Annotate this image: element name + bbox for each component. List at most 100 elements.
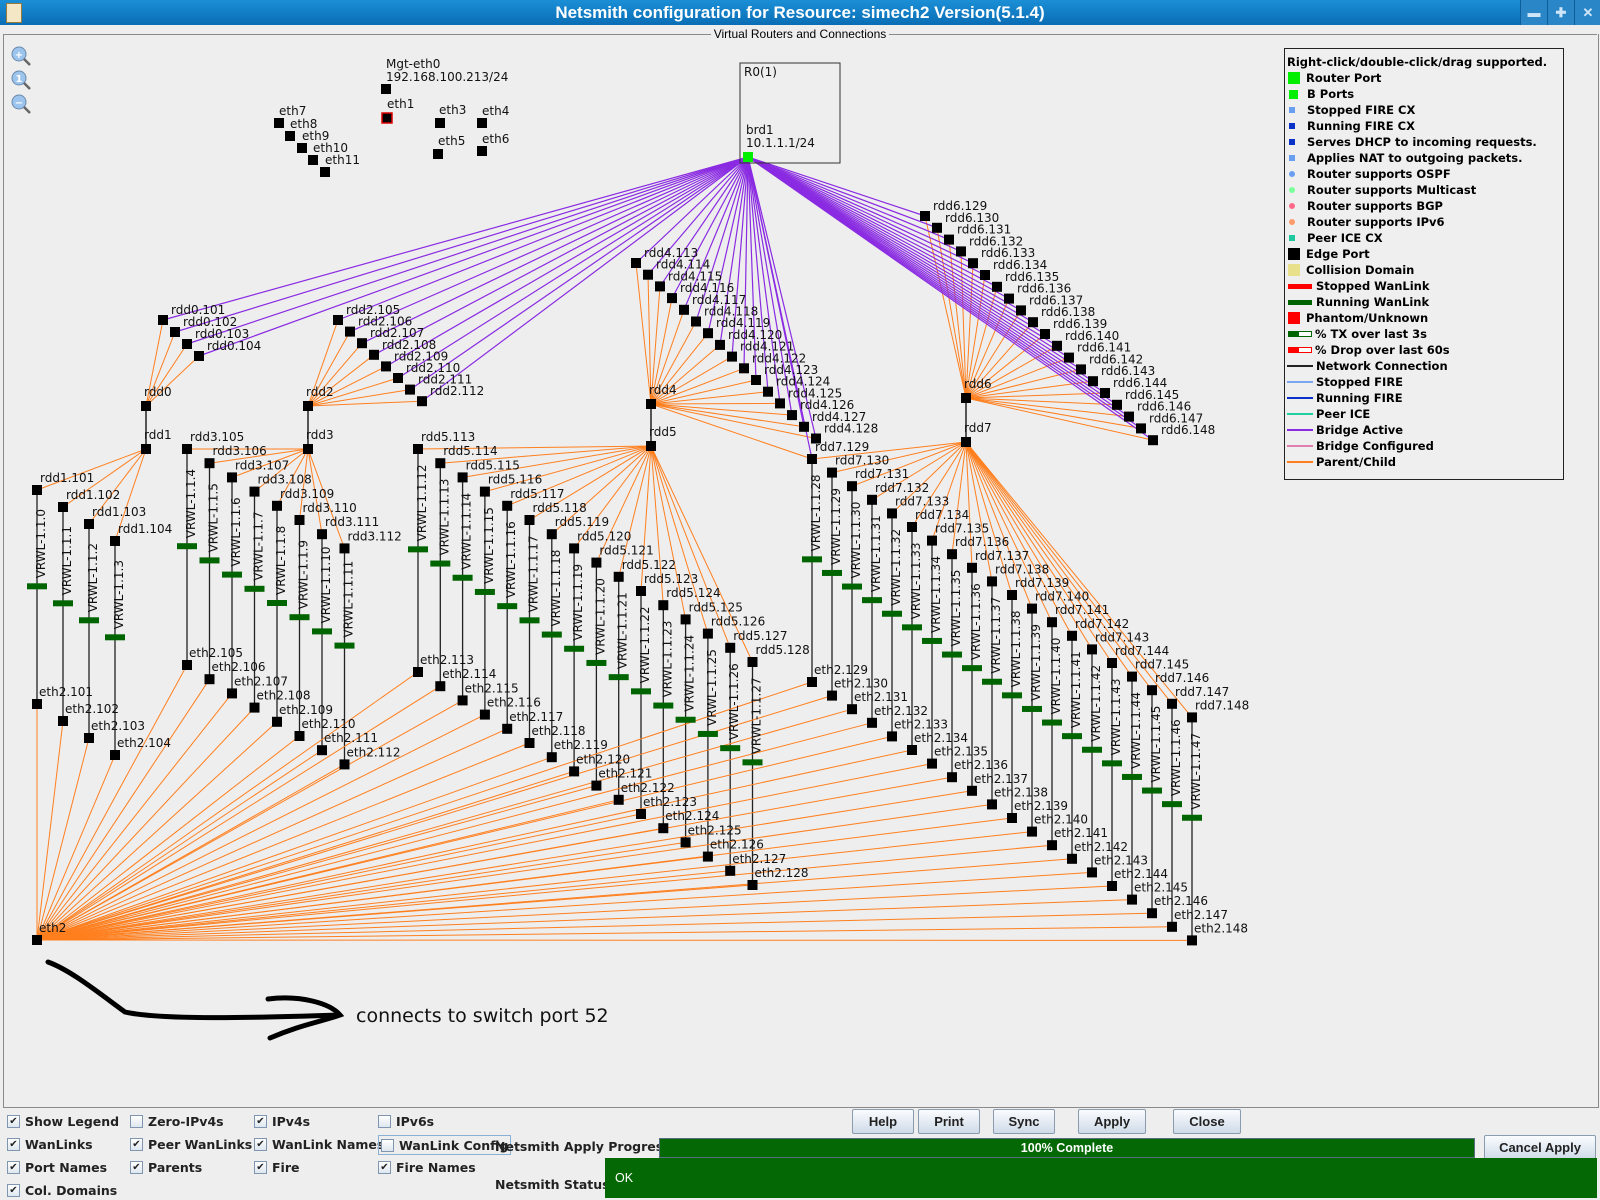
port-eth5[interactable] bbox=[433, 149, 443, 159]
wanlink-VRWL-1.1.27[interactable] bbox=[742, 759, 763, 766]
port-eth2.101[interactable] bbox=[32, 699, 42, 709]
port-eth2.114[interactable] bbox=[435, 681, 446, 692]
zoom-reset-icon[interactable]: 1 bbox=[10, 69, 32, 91]
wanlink-VRWL-1.1.28[interactable] bbox=[802, 556, 822, 563]
port-rdd5.126[interactable] bbox=[702, 628, 713, 639]
port-eth2.112[interactable] bbox=[339, 759, 350, 770]
wanlink-VRWL-1.1.16[interactable] bbox=[497, 603, 518, 610]
port-eth2.131[interactable] bbox=[847, 704, 857, 715]
port-rdd4.124[interactable] bbox=[763, 386, 773, 397]
help-button[interactable]: Help bbox=[852, 1109, 914, 1134]
checked-icon[interactable]: ✔ bbox=[254, 1160, 267, 1174]
port-eth2.110[interactable] bbox=[294, 731, 305, 741]
zoom-in-icon[interactable]: + bbox=[10, 45, 32, 67]
wanlink-VRWL-1.1.35[interactable] bbox=[942, 651, 962, 658]
port-eth2.104[interactable] bbox=[110, 750, 120, 760]
wanlink-VRWL-1.1.23[interactable] bbox=[653, 702, 674, 709]
port-rdd5.116[interactable] bbox=[479, 486, 490, 497]
checked-icon[interactable]: ✔ bbox=[7, 1160, 20, 1174]
port-rdd7.142[interactable] bbox=[1067, 630, 1077, 641]
port-eth2.121[interactable] bbox=[591, 780, 602, 791]
port-rdd4.125[interactable] bbox=[775, 398, 785, 409]
wanlink-VRWL-1.1.5[interactable] bbox=[199, 557, 220, 564]
close-button[interactable]: Close bbox=[1173, 1109, 1241, 1134]
port-rdd7.145[interactable] bbox=[1127, 671, 1137, 682]
checked-icon[interactable]: ✔ bbox=[254, 1137, 267, 1151]
port-rdd6.147[interactable] bbox=[1136, 423, 1146, 434]
unchecked-icon[interactable] bbox=[130, 1114, 143, 1128]
router-rdd1[interactable] bbox=[141, 444, 151, 454]
port-rdd6.131[interactable] bbox=[944, 234, 954, 245]
router-rdd2[interactable] bbox=[303, 401, 313, 411]
port-rdd7.143[interactable] bbox=[1087, 644, 1097, 655]
wanlink-VRWL-1.1.47[interactable] bbox=[1182, 814, 1202, 821]
wanlink-VRWL-1.1.43[interactable] bbox=[1102, 760, 1122, 767]
port-eth2.111[interactable] bbox=[317, 745, 327, 756]
wanlink-VRWL-1.1.9[interactable] bbox=[289, 614, 310, 621]
port-eth3[interactable] bbox=[435, 118, 445, 128]
port-rdd7.137[interactable] bbox=[967, 562, 977, 573]
port-rdd4.114[interactable] bbox=[643, 269, 653, 280]
wanlink-VRWL-1.1.44[interactable] bbox=[1122, 773, 1142, 780]
wanlink-VRWL-1.1.20[interactable] bbox=[586, 659, 607, 666]
port-rdd5.121[interactable] bbox=[591, 557, 602, 568]
port-eth1[interactable] bbox=[381, 112, 393, 124]
port-rdd7.147[interactable] bbox=[1167, 698, 1177, 709]
port-eth2.128[interactable] bbox=[747, 880, 758, 890]
port-rdd2.106[interactable] bbox=[345, 326, 355, 337]
port-rdd6.145[interactable] bbox=[1112, 399, 1122, 410]
wanlink-VRWL-1.1.12[interactable] bbox=[408, 546, 428, 553]
wanlink-VRWL-1.1.10[interactable] bbox=[312, 628, 332, 635]
port-eth8[interactable] bbox=[285, 131, 295, 141]
port-eth2.130[interactable] bbox=[827, 690, 837, 701]
port-rdd6.129[interactable] bbox=[920, 211, 930, 221]
port-rdd6.148[interactable] bbox=[1148, 435, 1158, 446]
wanlink-VRWL-1.1.15[interactable] bbox=[474, 588, 495, 595]
unchecked-icon[interactable] bbox=[378, 1114, 391, 1128]
port-rdd5.122[interactable] bbox=[613, 571, 624, 582]
cancel-apply-button[interactable]: Cancel Apply bbox=[1484, 1135, 1596, 1160]
router-rdd6[interactable] bbox=[961, 393, 971, 403]
port-rdd4.120[interactable] bbox=[715, 339, 725, 350]
port-rdd6.139[interactable] bbox=[1040, 329, 1050, 339]
wanlink-VRWL-1.1.37[interactable] bbox=[982, 678, 1002, 685]
port-rdd3.106[interactable] bbox=[204, 458, 215, 469]
port-rdd6.132[interactable] bbox=[956, 246, 966, 257]
brd1-router-port[interactable] bbox=[743, 152, 753, 162]
port-rdd1.104[interactable] bbox=[110, 536, 120, 546]
checked-icon[interactable]: ✔ bbox=[7, 1137, 20, 1151]
port-rdd6.136[interactable] bbox=[1004, 293, 1014, 304]
port-rdd2.105[interactable] bbox=[333, 315, 343, 325]
sync-button[interactable]: Sync bbox=[993, 1109, 1055, 1134]
port-eth2.132[interactable] bbox=[867, 717, 877, 728]
port-rdd0.102[interactable] bbox=[170, 327, 180, 337]
port-eth7[interactable] bbox=[274, 118, 284, 128]
port-eth2.118[interactable] bbox=[524, 738, 535, 748]
zoom-out-icon[interactable]: − bbox=[10, 93, 32, 115]
checkbox-fire-names[interactable]: ✔ Fire Names bbox=[378, 1158, 476, 1176]
port-eth2.146[interactable] bbox=[1147, 908, 1157, 919]
port-rdd7.134[interactable] bbox=[907, 522, 917, 532]
port-rdd2.107[interactable] bbox=[357, 338, 367, 349]
port-rdd6.143[interactable] bbox=[1088, 376, 1098, 387]
wanlink-VRWL-1.1.1[interactable] bbox=[53, 600, 73, 607]
port-rdd5.118[interactable] bbox=[524, 515, 535, 525]
port-eth2.120[interactable] bbox=[569, 766, 580, 777]
checkbox-peer-wanlinks[interactable]: ✔ Peer WanLinks bbox=[130, 1135, 252, 1153]
checkbox-zero-ipv4s[interactable]: Zero-IPv4s bbox=[130, 1112, 224, 1130]
wanlink-VRWL-1.1.4[interactable] bbox=[177, 543, 197, 550]
port-rdd1.103[interactable] bbox=[84, 519, 94, 529]
port-eth2.103[interactable] bbox=[84, 733, 94, 743]
port-rdd1.102[interactable] bbox=[58, 502, 68, 512]
port-eth2.145[interactable] bbox=[1127, 894, 1137, 905]
checkbox-fire[interactable]: ✔ Fire bbox=[254, 1158, 299, 1176]
port-rdd6.142[interactable] bbox=[1076, 364, 1086, 375]
port-eth11[interactable] bbox=[320, 167, 330, 177]
port-eth2.139[interactable] bbox=[1007, 813, 1017, 823]
router-rdd7[interactable] bbox=[961, 437, 971, 447]
port-rdd2.108[interactable] bbox=[369, 349, 379, 360]
checked-icon[interactable]: ✔ bbox=[378, 1160, 391, 1174]
port-eth2.134[interactable] bbox=[907, 745, 917, 755]
wanlink-VRWL-1.1.22[interactable] bbox=[631, 688, 651, 695]
port-eth2.109[interactable] bbox=[272, 716, 282, 727]
